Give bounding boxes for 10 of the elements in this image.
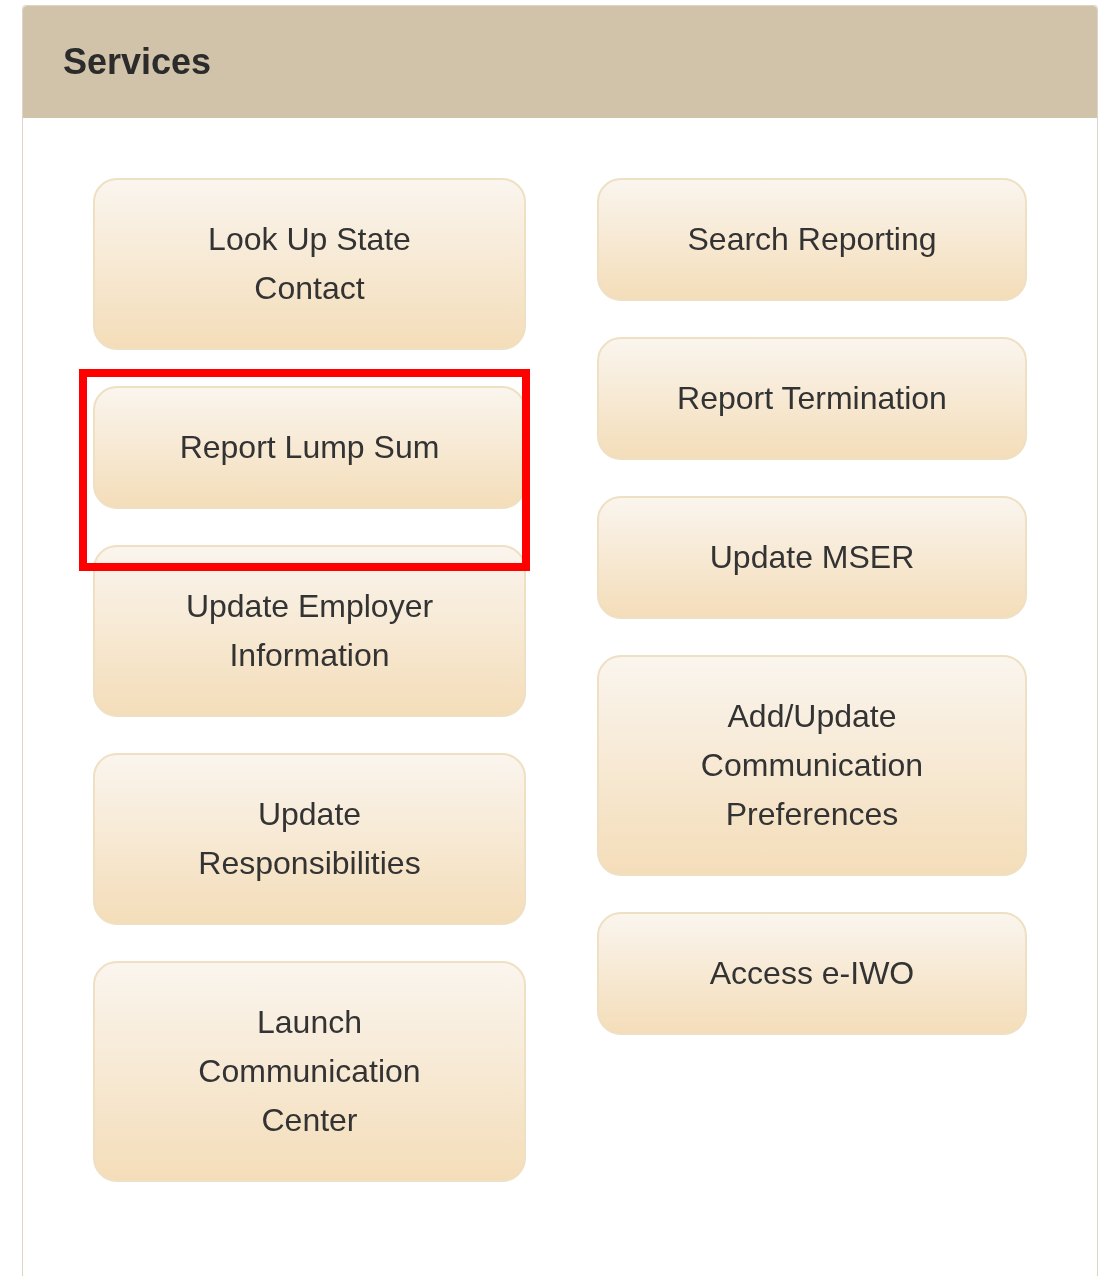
service-button[interactable]: Search Reporting [597,178,1027,301]
service-button[interactable]: Update MSER [597,496,1027,619]
service-button[interactable]: Look Up State Contact [93,178,526,350]
service-button[interactable]: Add/Update Communication Preferences [597,655,1027,876]
service-button[interactable]: Update Employer Information [93,545,526,717]
panel-title: Services [63,41,212,83]
service-button[interactable]: Launch Communication Center [93,961,526,1182]
service-button[interactable]: Report Termination [597,337,1027,460]
service-button[interactable]: Update Responsibilities [93,753,526,925]
service-button[interactable]: Access e-IWO [597,912,1027,1035]
